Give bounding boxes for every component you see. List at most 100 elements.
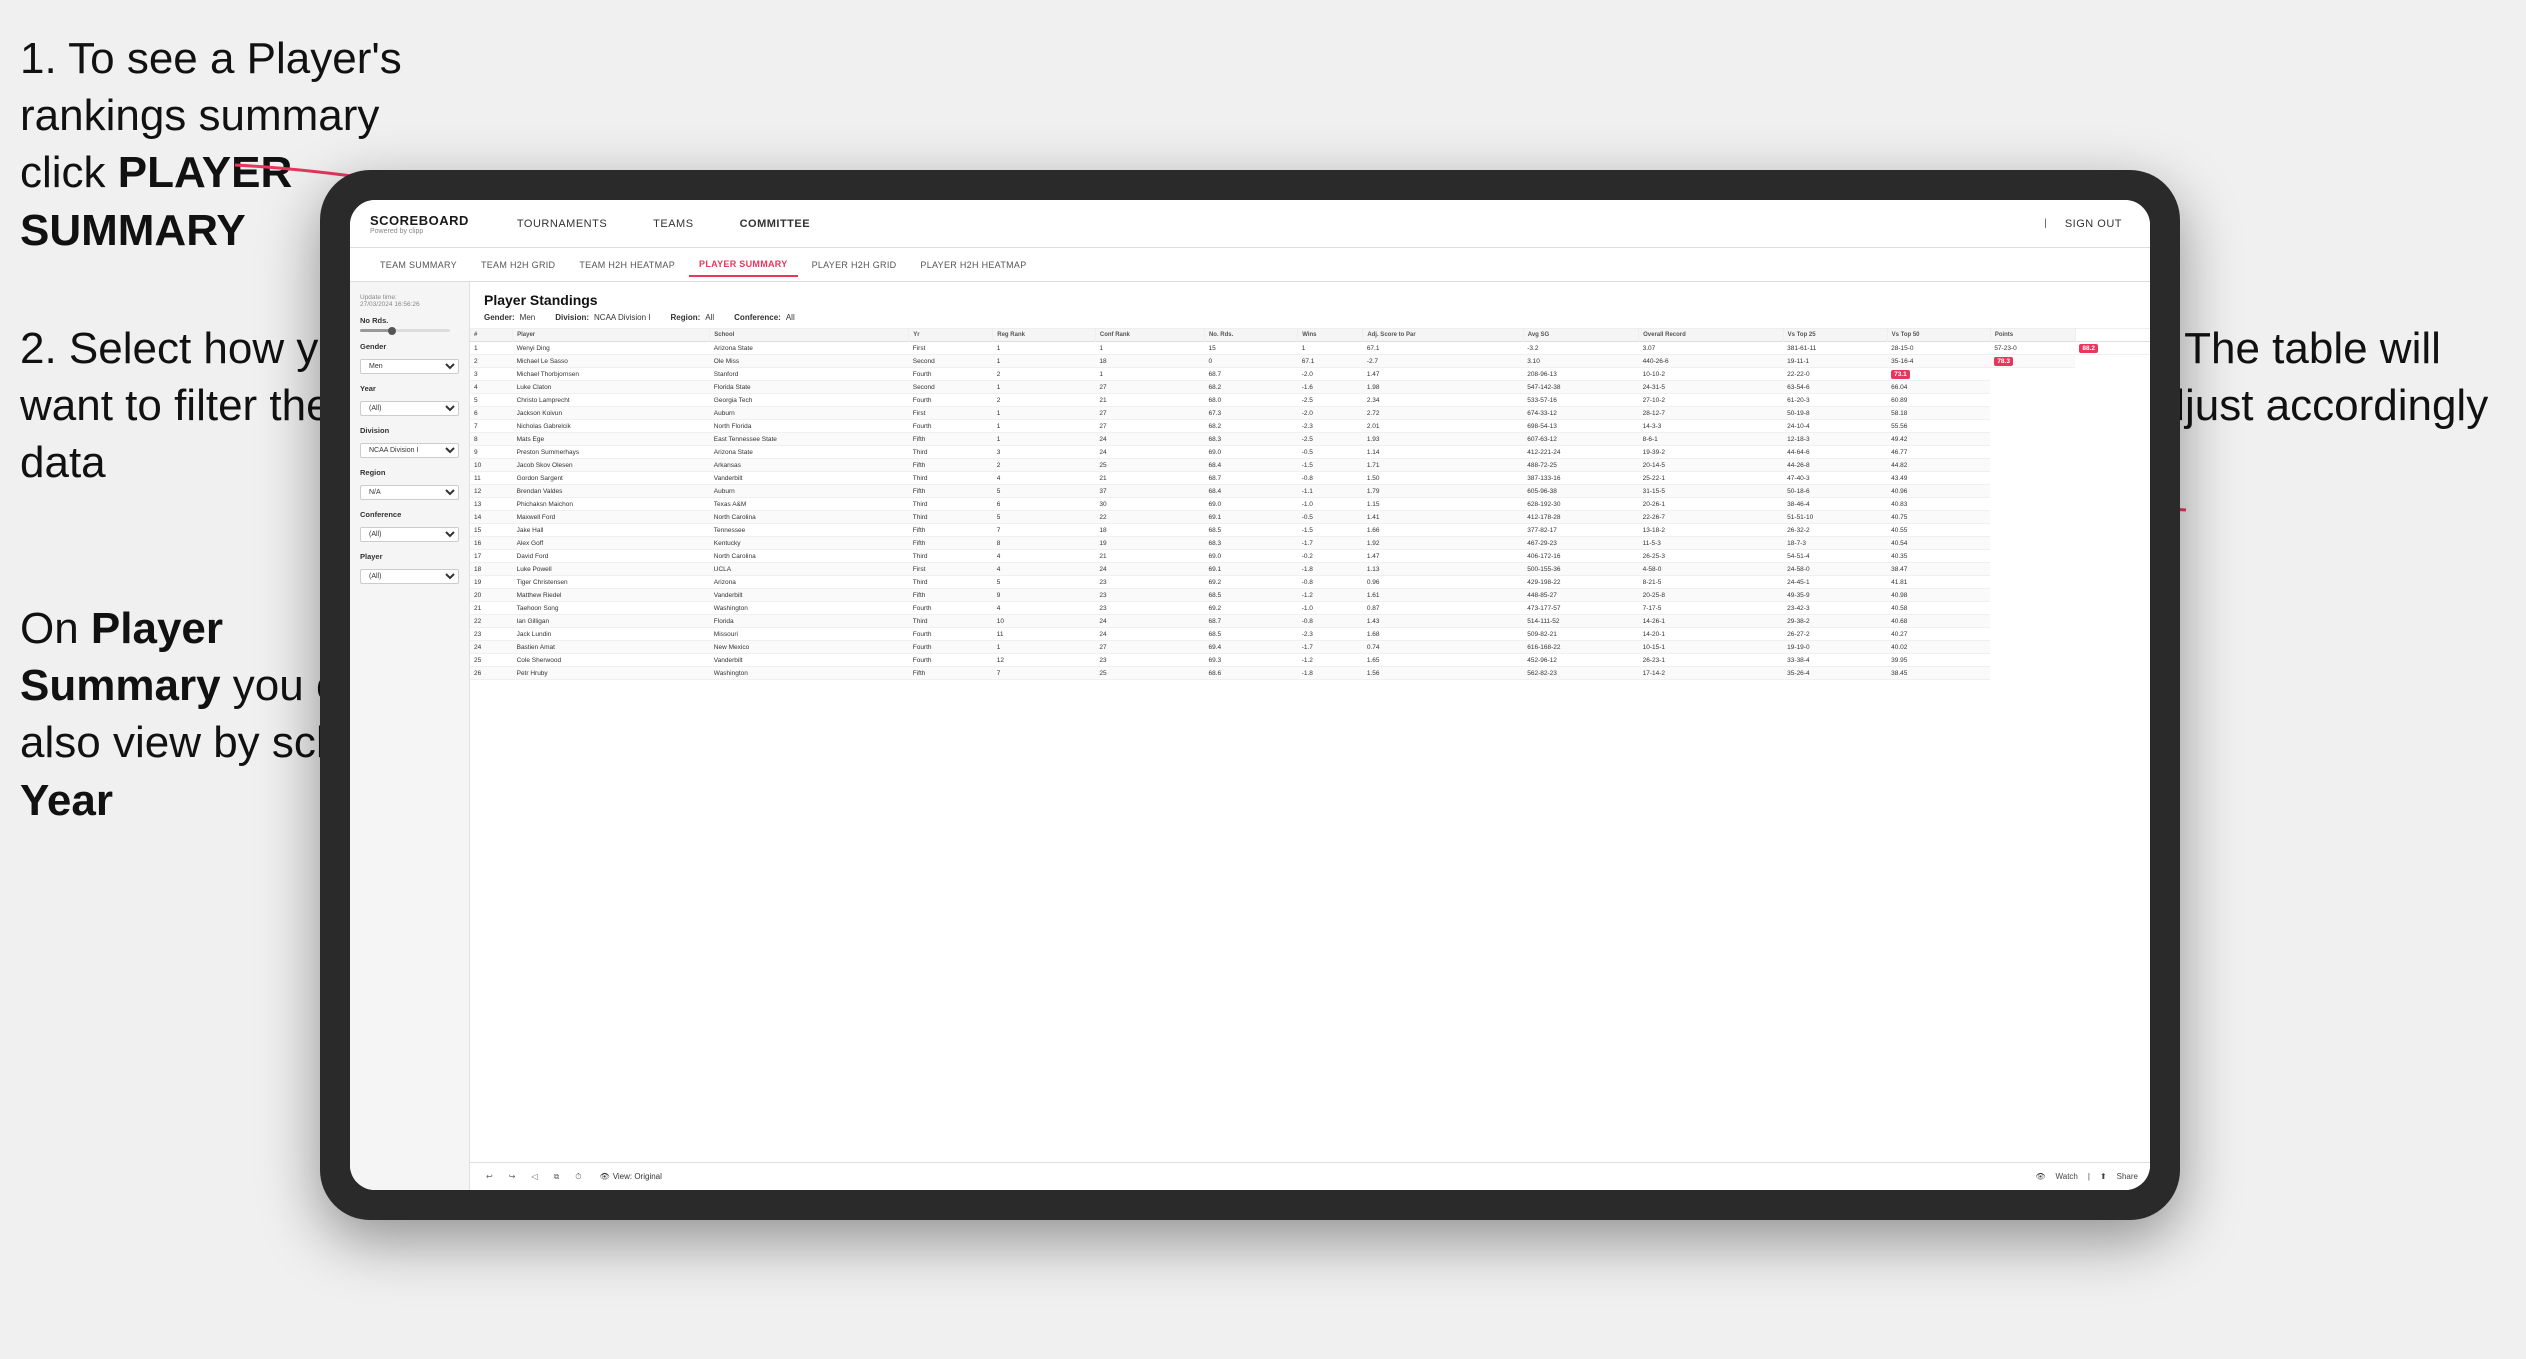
scoreboard-logo: SCOREBOARD Powered by clipp: [370, 213, 469, 235]
region-filter: Region N/A: [360, 468, 459, 500]
col-wins: Wins: [1298, 329, 1363, 342]
col-vs-top50: Vs Top 50: [1887, 329, 1990, 342]
table-row: 18Luke PowellUCLAFirst42469.1-1.81.13500…: [470, 563, 2150, 576]
division-select[interactable]: NCAA Division I: [360, 443, 459, 458]
settings-button[interactable]: ⏱: [571, 1170, 585, 1184]
table-row: 20Matthew RiedelVanderbiltFifth92368.5-1…: [470, 589, 2150, 602]
col-overall: Overall Record: [1639, 329, 1784, 342]
year-select[interactable]: (All): [360, 401, 459, 416]
table-row: 3Michael ThorbjornsenStanfordFourth2168.…: [470, 368, 2150, 381]
nav-tournaments[interactable]: TOURNAMENTS: [509, 214, 615, 234]
region-select[interactable]: N/A: [360, 485, 459, 500]
watch-icon: 👁: [2035, 1172, 2045, 1181]
tablet-device: SCOREBOARD Powered by clipp TOURNAMENTS …: [320, 170, 2180, 1220]
back-button[interactable]: ◁: [527, 1170, 541, 1183]
nav-right: | Sign out: [2044, 214, 2130, 234]
sign-out-button[interactable]: Sign out: [2057, 214, 2130, 234]
step4-text: 3. The table will adjust accordingly: [2136, 324, 2488, 430]
table-header-row: # Player School Yr Reg Rank Conf Rank No…: [470, 329, 2150, 342]
table-row: 9Preston SummerhaysArizona StateThird324…: [470, 446, 2150, 459]
col-conf-rank: Conf Rank: [1095, 329, 1204, 342]
division-filter: Division NCAA Division I: [360, 426, 459, 458]
table-row: 19Tiger ChristensenArizonaThird52369.2-0…: [470, 576, 2150, 589]
instruction-step4: 3. The table will adjust accordingly: [2136, 320, 2496, 434]
sidebar-filters: Update time: 27/03/2024 16:56:26 No Rds.…: [350, 282, 470, 1190]
filter-gender: Gender: Men: [484, 313, 535, 322]
player-label: Player: [360, 552, 459, 561]
gender-select[interactable]: Men: [360, 359, 459, 374]
player-filter: Player (All): [360, 552, 459, 584]
filter-region: Region: All: [670, 313, 714, 322]
step2-text: 2. Select how you want to filter the dat…: [20, 324, 367, 487]
slider-track[interactable]: [360, 329, 450, 332]
conference-select[interactable]: (All): [360, 527, 459, 542]
conference-label: Conference: [360, 510, 459, 519]
step3-bold2: Year: [20, 776, 113, 825]
tablet-screen: SCOREBOARD Powered by clipp TOURNAMENTS …: [350, 200, 2150, 1190]
col-avg-sg: Avg SG: [1523, 329, 1638, 342]
share-icon: ⬆: [2100, 1172, 2107, 1181]
table-row: 10Jacob Skov OlesenArkansasFifth22568.4-…: [470, 459, 2150, 472]
sub-nav-player-summary[interactable]: PLAYER SUMMARY: [689, 253, 798, 277]
col-vs-top25: Vs Top 25: [1783, 329, 1887, 342]
logo-subtitle: Powered by clipp: [370, 228, 469, 235]
table-row: 24Bastien AmatNew MexicoFourth12769.4-1.…: [470, 641, 2150, 654]
table-row: 6Jackson KoivunAuburnFirst12767.3-2.02.7…: [470, 407, 2150, 420]
sub-nav-player-h2h-grid[interactable]: PLAYER H2H GRID: [802, 254, 907, 276]
table-header: Player Standings Gender: Men Division: N…: [470, 282, 2150, 329]
conference-filter: Conference (All): [360, 510, 459, 542]
table-row: 1Wenyi DingArizona StateFirst1115167.1-3…: [470, 342, 2150, 355]
year-label: Year: [360, 384, 459, 393]
filter-row: Gender: Men Division: NCAA Division I Re…: [484, 313, 2136, 322]
update-time: Update time: 27/03/2024 16:56:26: [360, 294, 459, 308]
sub-nav-player-h2h-heatmap[interactable]: PLAYER H2H HEATMAP: [910, 254, 1036, 276]
col-points: Points: [1990, 329, 2075, 342]
col-player: Player: [513, 329, 710, 342]
view-icon: 👁: [600, 1172, 610, 1181]
nav-bar: SCOREBOARD Powered by clipp TOURNAMENTS …: [350, 200, 2150, 248]
table-area: Player Standings Gender: Men Division: N…: [470, 282, 2150, 1190]
table-row: 15Jake HallTennesseeFifth71868.5-1.51.66…: [470, 524, 2150, 537]
table-row: 8Mats EgeEast Tennessee StateFifth12468.…: [470, 433, 2150, 446]
redo-button[interactable]: ↪: [505, 1170, 520, 1183]
gender-filter: Gender Men: [360, 342, 459, 374]
toolbar-separator: |: [2088, 1172, 2090, 1181]
nav-committee[interactable]: COMMITTEE: [732, 214, 819, 234]
table-row: 12Brendan ValdesAuburnFifth53768.4-1.11.…: [470, 485, 2150, 498]
col-school: School: [710, 329, 909, 342]
table-row: 16Alex GoffKentuckyFifth81968.3-1.71.924…: [470, 537, 2150, 550]
share-label[interactable]: Share: [2117, 1172, 2138, 1181]
watch-label[interactable]: Watch: [2055, 1172, 2077, 1181]
table-row: 21Taehoon SongWashingtonFourth42369.2-1.…: [470, 602, 2150, 615]
sub-nav-team-h2h-grid[interactable]: TEAM H2H GRID: [471, 254, 565, 276]
undo-button[interactable]: ↩: [482, 1170, 497, 1183]
bottom-toolbar: ↩ ↪ ◁ ⧉ ⏱ 👁 View: Original 👁 Watch | ⬆ S…: [470, 1162, 2150, 1190]
gender-label: Gender: [360, 342, 459, 351]
table-row: 17David FordNorth CarolinaThird42169.0-0…: [470, 550, 2150, 563]
slider-thumb[interactable]: [388, 327, 396, 335]
sub-nav-team-h2h-heatmap[interactable]: TEAM H2H HEATMAP: [569, 254, 685, 276]
table-row: 26Petr HrubyWashingtonFifth72568.6-1.81.…: [470, 667, 2150, 680]
copy-button[interactable]: ⧉: [550, 1170, 564, 1184]
region-label: Region: [360, 468, 459, 477]
logo-title: SCOREBOARD: [370, 213, 469, 228]
step3-text: On: [20, 604, 91, 653]
table-row: 4Luke ClatonFlorida StateSecond12768.2-1…: [470, 381, 2150, 394]
table-row: 5Christo LamprechtGeorgia TechFourth2216…: [470, 394, 2150, 407]
toolbar-right: 👁 Watch | ⬆ Share: [2035, 1172, 2138, 1181]
table-row: 23Jack LundinMissouriFourth112468.5-2.31…: [470, 628, 2150, 641]
table-row: 13Phichaksn MaichonTexas A&MThird63069.0…: [470, 498, 2150, 511]
sub-nav: TEAM SUMMARY TEAM H2H GRID TEAM H2H HEAT…: [350, 248, 2150, 282]
no-rds-filter: No Rds.: [360, 316, 459, 332]
player-select[interactable]: (All): [360, 569, 459, 584]
no-rds-label: No Rds.: [360, 316, 459, 325]
table-row: 22Ian GilliganFloridaThird102468.7-0.81.…: [470, 615, 2150, 628]
data-table-wrapper: # Player School Yr Reg Rank Conf Rank No…: [470, 329, 2150, 1162]
col-reg-rank: Reg Rank: [993, 329, 1096, 342]
nav-pipe: |: [2044, 218, 2047, 229]
col-yr: Yr: [909, 329, 993, 342]
nav-teams[interactable]: TEAMS: [645, 214, 701, 234]
table-row: 25Cole SherwoodVanderbiltFourth122369.3-…: [470, 654, 2150, 667]
sub-nav-team-summary[interactable]: TEAM SUMMARY: [370, 254, 467, 276]
table-row: 14Maxwell FordNorth CarolinaThird52269.1…: [470, 511, 2150, 524]
